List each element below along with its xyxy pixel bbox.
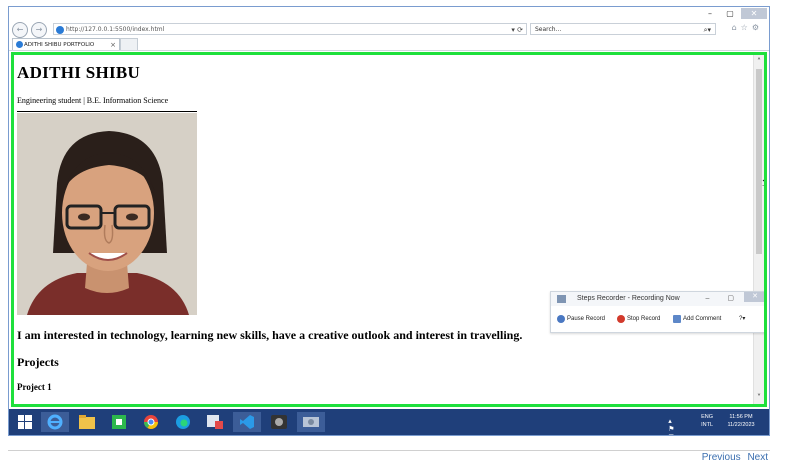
search-placeholder: Search...: [535, 26, 562, 33]
page-title: ADITHI SHIBU: [17, 63, 141, 82]
mouse-cursor-icon: ⇲: [762, 179, 764, 189]
page-viewport: ADITHI SHIBU Engineering student | B.E. …: [11, 52, 767, 407]
scroll-down-icon[interactable]: ˅: [754, 393, 764, 402]
profile-photo: [17, 113, 197, 315]
projects-heading: Projects: [17, 355, 59, 369]
divider: [17, 111, 197, 112]
window-titlebar: – ▢ ✕: [9, 7, 769, 21]
start-button[interactable]: [11, 412, 39, 432]
camera-icon[interactable]: [265, 412, 293, 432]
clock-time: 11:56 PM: [729, 414, 753, 420]
address-bar[interactable]: http://127.0.0.1:5500/index.html ▾ ⟳: [53, 23, 527, 35]
comment-icon: [673, 315, 681, 323]
home-favorites-settings-icons[interactable]: ⌂☆⚙: [732, 23, 763, 32]
steps-recorder-icon: [557, 295, 566, 303]
steps-recorder-taskbar-icon[interactable]: [297, 412, 325, 432]
window-controls: – ▢ ✕: [701, 8, 767, 19]
steps-recorder-close-button[interactable]: ✕: [744, 292, 764, 302]
pause-record-label: Pause Record: [567, 316, 606, 322]
steps-recorder-titlebar: Steps Recorder - Recording Now – ▢ ✕: [551, 292, 764, 306]
clock[interactable]: 11:56 PM 11/22/2023: [719, 413, 763, 429]
close-button[interactable]: ✕: [741, 8, 767, 19]
scroll-up-icon[interactable]: ˄: [754, 57, 764, 66]
ie-tab-icon: [16, 41, 23, 48]
previous-link[interactable]: Previous: [702, 452, 741, 463]
scrollbar-thumb[interactable]: [756, 69, 762, 254]
chrome-icon[interactable]: [137, 412, 165, 432]
screenshot-frame: – ▢ ✕ ← → http://127.0.0.1:5500/index.ht…: [8, 6, 770, 436]
project1-heading: Project 1: [17, 382, 52, 392]
stop-record-label: Stop Record: [627, 316, 661, 322]
tab-portfolio[interactable]: ADITHI SHIBU PORTFOLIO ×: [12, 38, 120, 50]
add-comment-label: Add Comment: [683, 316, 722, 322]
page-subtitle: Engineering student | B.E. Information S…: [17, 96, 169, 105]
address-text: http://127.0.0.1:5500/index.html: [66, 26, 165, 33]
search-input[interactable]: Search... ⌕▾: [530, 23, 716, 35]
keyboard-layout: INTL: [701, 422, 713, 428]
ie-page-icon: [56, 26, 64, 34]
windows-taskbar: ▴ ⚑ ⊞ ◢ 🔈 ENG INTL 11:56 PM 11/22/2023: [9, 409, 769, 435]
search-icon[interactable]: ⌕▾: [704, 24, 711, 36]
steps-recorder-window: Steps Recorder - Recording Now – ▢ ✕ Pau…: [550, 291, 764, 333]
tab-close-icon[interactable]: ×: [110, 39, 116, 51]
forward-button[interactable]: →: [31, 22, 47, 38]
tab-title: ADITHI SHIBU PORTFOLIO: [24, 42, 95, 48]
media-player-icon[interactable]: [201, 412, 229, 432]
steps-recorder-toolbar: Pause Record Stop Record Add Comment ?▾: [551, 310, 764, 328]
portfolio-page: ADITHI SHIBU Engineering student | B.E. …: [17, 55, 757, 392]
tab-strip: ADITHI SHIBU PORTFOLIO ×: [9, 37, 769, 51]
maximize-button[interactable]: ▢: [721, 8, 739, 19]
store-icon[interactable]: [105, 412, 133, 432]
address-dropdown-refresh-icon[interactable]: ▾ ⟳: [511, 24, 523, 36]
vertical-scrollbar[interactable]: ˄ ˅: [753, 55, 764, 404]
steps-recorder-title: Steps Recorder - Recording Now: [577, 295, 680, 302]
internet-explorer-icon[interactable]: [41, 412, 69, 432]
stop-icon: [617, 315, 625, 323]
pager: Previous Next: [698, 452, 768, 463]
back-button[interactable]: ←: [12, 22, 28, 38]
add-comment-button[interactable]: Add Comment: [673, 310, 721, 328]
pause-icon: [557, 315, 565, 323]
new-tab-button[interactable]: [120, 38, 138, 50]
footer-divider: [8, 450, 770, 451]
language-code: ENG: [701, 414, 713, 420]
stop-record-button[interactable]: Stop Record: [617, 310, 660, 328]
language-indicator[interactable]: ENG INTL: [701, 413, 713, 429]
edge-icon[interactable]: [169, 412, 197, 432]
tray-icons[interactable]: ▴ ⚑ ⊞ ◢ 🔈: [668, 417, 679, 435]
navigation-bar: ← → http://127.0.0.1:5500/index.html ▾ ⟳…: [9, 21, 769, 38]
steps-recorder-window-buttons[interactable]: – ▢: [706, 292, 742, 306]
pause-record-button[interactable]: Pause Record: [557, 310, 605, 328]
file-explorer-icon[interactable]: [73, 412, 101, 432]
vscode-icon[interactable]: [233, 412, 261, 432]
minimize-button[interactable]: –: [701, 8, 719, 19]
help-button[interactable]: ?▾: [739, 310, 745, 328]
clock-date: 11/22/2023: [727, 422, 755, 428]
next-link[interactable]: Next: [747, 452, 768, 463]
